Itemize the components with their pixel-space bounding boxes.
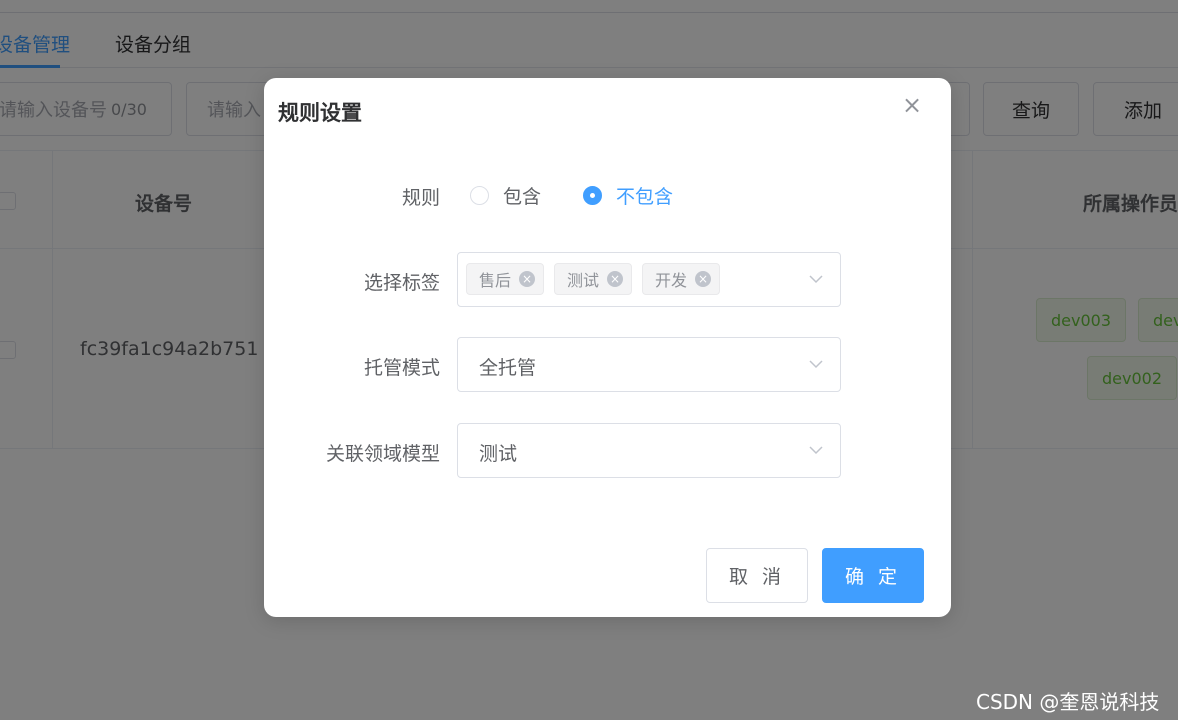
mode-select[interactable]: 全托管 [457,337,841,392]
tag-remove-icon[interactable]: × [519,271,536,287]
tags-select[interactable]: 售后 × 测试 × 开发 × [457,252,841,307]
radio-include-circle [470,186,489,205]
tag-chip-label: 测试 [567,271,600,290]
tag-remove-icon[interactable]: × [607,271,624,287]
cancel-button[interactable]: 取 消 [706,548,808,603]
tag-remove-icon[interactable]: × [695,271,712,287]
rule-label: 规则 [401,187,440,209]
radio-exclude-label: 不包含 [616,186,674,208]
domain-model-select[interactable]: 测试 [457,423,841,478]
tag-chip: 开发 × [642,263,721,295]
tags-label: 选择标签 [363,272,440,294]
watermark: CSDN @奎恩说科技 [976,690,1160,714]
mode-label: 托管模式 [363,357,440,379]
tag-chip-label: 开发 [655,271,688,290]
tag-chip: 售后 × [466,263,545,295]
confirm-button[interactable]: 确 定 [822,548,924,603]
chevron-down-icon [809,360,823,369]
dialog-title: 规则设置 [278,101,362,125]
radio-include-label: 包含 [503,186,542,208]
rule-settings-dialog: 规则设置 × 规则 包含 不包含 选择标签 售后 × 测试 × 开发 × 托管模… [264,78,951,617]
radio-exclude[interactable]: 不包含 [583,182,673,209]
radio-exclude-circle [583,186,602,205]
tag-chip: 测试 × [554,263,633,295]
radio-include[interactable]: 包含 [470,182,541,209]
domain-model-select-value: 测试 [479,443,518,465]
close-icon[interactable]: × [900,93,924,117]
tag-chip-label: 售后 [479,271,512,290]
chevron-down-icon [809,275,823,284]
domain-model-label: 关联领域模型 [325,443,440,465]
mode-select-value: 全托管 [479,357,537,379]
chevron-down-icon [809,446,823,455]
